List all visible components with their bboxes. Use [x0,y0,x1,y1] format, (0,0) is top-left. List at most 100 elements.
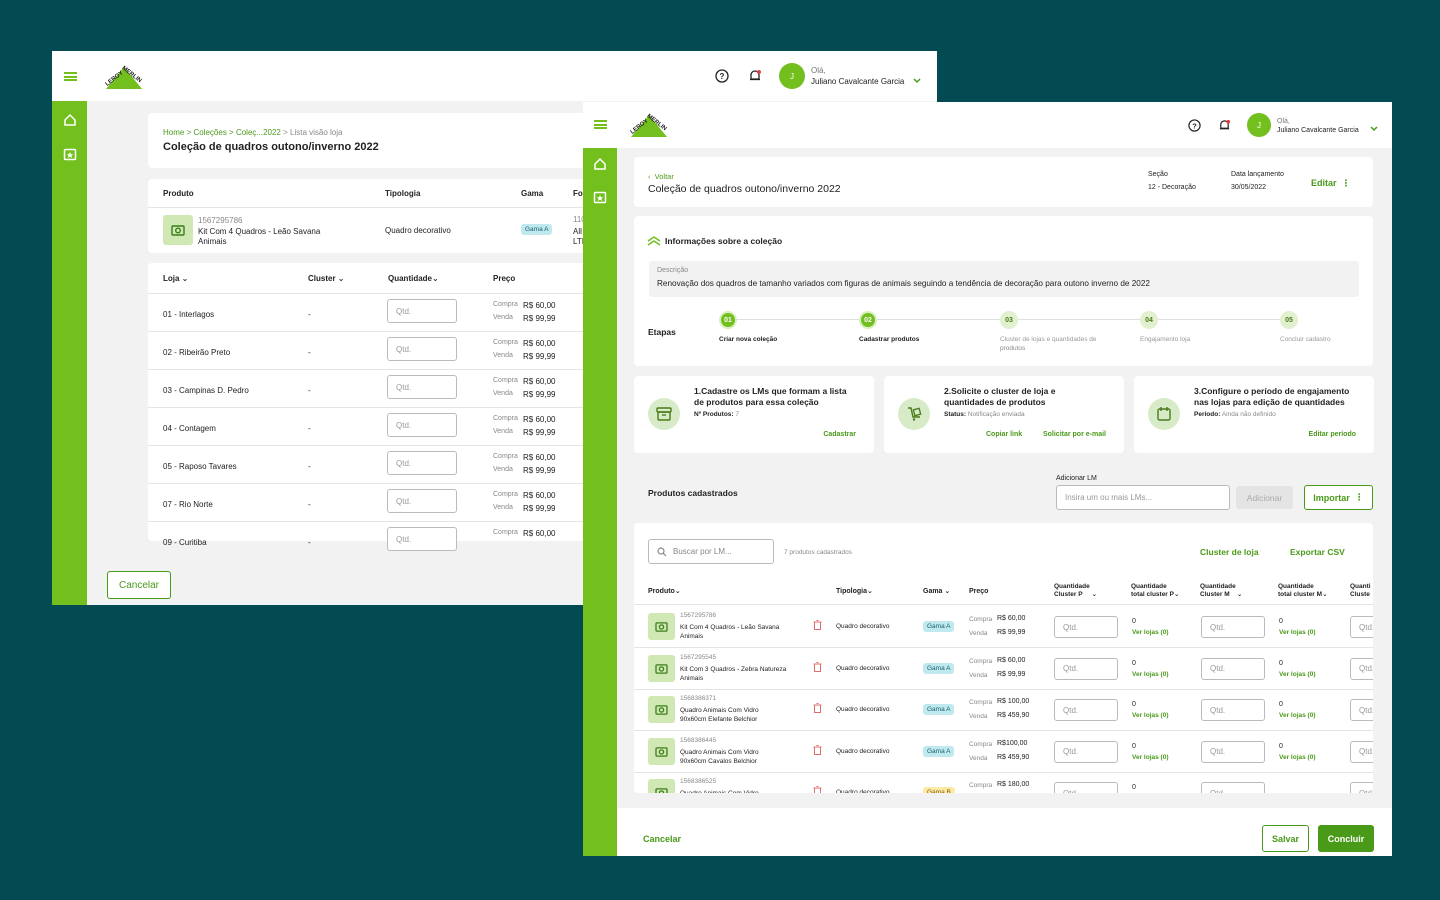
task-action-2[interactable]: Editar período [1309,431,1356,439]
ver-lojas-link[interactable]: Ver lojas (0) [1132,671,1169,679]
save-button[interactable]: Salvar [1262,825,1309,852]
import-button[interactable]: Importar ⋮ [1304,485,1373,510]
col-qtd-total-p[interactable]: Quantidade total cluster P⌄ [1131,583,1179,599]
qty-cluster-n-input[interactable]: Qtd. [1350,616,1373,638]
qty-cluster-n-input[interactable]: Qtd. [1350,782,1373,793]
breadcrumb-collection[interactable]: Coleç...2022 [236,128,281,137]
menu-icon[interactable] [594,120,607,129]
task-meta: Nº Produtos: 7 [694,411,739,419]
qty-cluster-p-input[interactable]: Qtd. [1054,616,1118,638]
export-csv-link[interactable]: Exportar CSV [1290,547,1345,557]
trash-icon[interactable] [813,661,822,674]
help-icon[interactable]: ? [714,68,730,84]
col-cluster[interactable]: Cluster ⌄ [308,274,345,284]
help-icon[interactable]: ? [1186,117,1202,133]
col-quantidade[interactable]: Quantidade⌄ [388,274,439,284]
calendar-star-icon[interactable] [593,190,607,209]
qty-cluster-m-input[interactable]: Qtd. [1201,657,1265,680]
ver-lojas-link[interactable]: Ver lojas (0) [1132,629,1169,637]
user-name[interactable]: Juliano Cavalcante Garcia [1277,126,1359,136]
bell-icon[interactable] [1216,117,1232,133]
product-name: Quadro Animais Com Vidro [680,790,759,793]
total-cluster-m: 0 [1279,701,1283,708]
ver-lojas-link[interactable]: Ver lojas (0) [1279,629,1316,637]
leroy-merlin-logo: LEROY MERLIN [627,109,669,141]
calendar-star-icon[interactable] [63,147,77,166]
avatar[interactable]: J [1247,113,1271,137]
qty-cluster-p-input[interactable]: Qtd. [1054,657,1118,680]
col-produto[interactable]: Produto⌄ [648,588,681,596]
task-action-1[interactable]: Solicitar por e-mail [1043,431,1106,439]
cancel-button[interactable]: Cancelar [643,834,681,845]
quantity-input[interactable]: Qtd. [387,489,457,513]
qty-cluster-n-input[interactable]: Qtd. [1350,657,1373,680]
qty-cluster-p-input[interactable]: Qtd. [1054,740,1118,763]
product-tipologia: Quadro decorativo [836,706,890,713]
col-tipologia[interactable]: Tipologia⌄ [836,588,873,596]
task-action-0[interactable]: Cadastrar [823,431,856,439]
user-name[interactable]: Juliano Cavalcante Garcia [811,77,904,87]
qty-cluster-m-input[interactable]: Qtd. [1201,740,1265,763]
trash-icon[interactable] [813,786,822,793]
qty-cluster-m-input[interactable]: Qtd. [1201,616,1265,638]
quantity-input[interactable]: Qtd. [387,527,457,551]
quantity-input[interactable]: Qtd. [387,413,457,437]
add-lm-input[interactable]: Insira um ou mais LMs... [1056,485,1230,510]
qty-cluster-n-input[interactable]: Qtd. [1350,699,1373,721]
cancel-button[interactable]: Cancelar [107,571,171,599]
store-cluster: - [308,310,311,319]
avatar[interactable]: J [779,63,805,89]
ver-lojas-link[interactable]: Ver lojas (0) [1279,712,1316,720]
breadcrumb-collections[interactable]: Coleções [193,128,226,137]
breadcrumb-home[interactable]: Home [163,128,184,137]
total-cluster-m: 0 [1279,742,1283,750]
task-action-1-1[interactable]: Copiar link [986,431,1022,439]
col-gama[interactable]: Gama ⌄ [923,588,950,596]
chevron-down-icon[interactable] [912,77,922,85]
quantity-input[interactable]: Qtd. [387,299,457,323]
search-input[interactable]: Buscar por LM... [648,539,774,564]
trash-icon[interactable] [813,703,822,715]
step-03: 03 [1000,311,1018,329]
home-icon[interactable] [63,113,77,132]
chevron-down-icon[interactable] [1369,125,1379,133]
ver-lojas-link[interactable]: Ver lojas (0) [1279,671,1316,679]
quantity-input[interactable]: Qtd. [387,337,457,361]
edit-button[interactable]: Editar ⋮ [1311,178,1351,189]
quantity-input[interactable]: Qtd. [387,451,457,475]
task-meta-value: Ainda não definido [1221,411,1276,418]
compra-label: Compra [493,415,518,422]
qty-cluster-m-input[interactable]: Qtd. [1201,699,1265,721]
back-link[interactable]: ‹ Voltar [648,172,674,181]
product-tipologia: Quadro decorativo [836,747,890,755]
cluster-link[interactable]: Cluster de loja [1200,547,1259,557]
compra-label: Compra [969,616,993,623]
add-button[interactable]: Adicionar [1236,486,1293,509]
product-tipologia: Quadro decorativo [836,664,890,672]
bell-icon[interactable] [747,68,763,84]
quantity-input[interactable]: Qtd. [387,375,457,399]
col-qtd-total-m[interactable]: Quantidade total cluster M⌄ [1278,583,1328,599]
store-cluster: - [308,462,311,471]
compra-label: Compra [493,453,518,460]
info-title: Informações sobre a coleção [665,236,783,246]
qty-cluster-n-input[interactable]: Qtd. [1350,740,1373,763]
compra-value: R$ 60,00 [523,377,556,386]
qty-cluster-m-input[interactable]: Qtd. [1201,782,1265,793]
ver-lojas-link[interactable]: Ver lojas (0) [1132,712,1169,720]
ver-lojas-link[interactable]: Ver lojas (0) [1279,754,1316,762]
menu-icon[interactable] [64,72,77,81]
finish-button[interactable]: Concluir [1318,825,1374,852]
col-qtd-cluster-p[interactable]: Quantidade Cluster P ⌄ [1054,583,1097,599]
col-loja[interactable]: Loja ⌄ [163,274,188,284]
qty-cluster-p-input[interactable]: Qtd. [1054,699,1118,721]
home-icon[interactable] [593,157,607,176]
header-text: Cluster M [1200,590,1230,598]
col-qtd-cluster-m[interactable]: Quantidade Cluster M ⌄ [1200,583,1242,599]
ver-lojas-link[interactable]: Ver lojas (0) [1132,754,1169,762]
trash-icon[interactable] [813,744,822,757]
gama-badge: Gama A [521,224,553,235]
qty-cluster-p-input[interactable]: Qtd. [1054,782,1118,793]
venda-label: Venda [493,314,513,321]
trash-icon[interactable] [813,620,822,632]
